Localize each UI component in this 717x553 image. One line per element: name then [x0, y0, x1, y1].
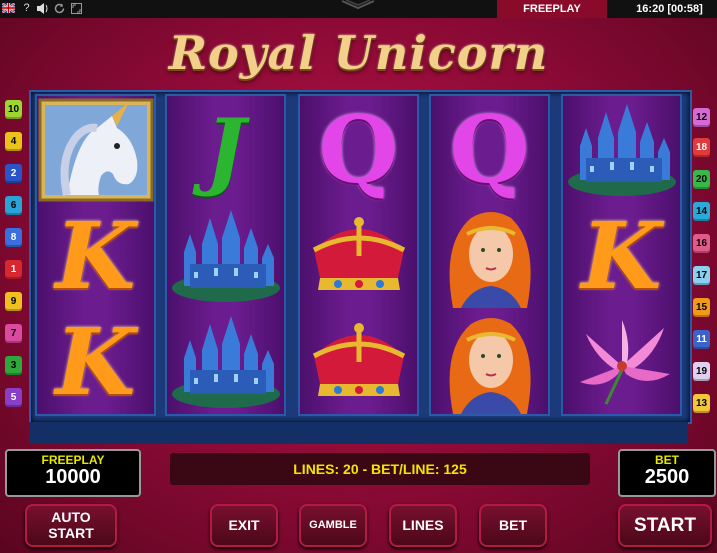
q-symbol: Q: [449, 95, 530, 204]
help-icon[interactable]: ?: [20, 2, 33, 15]
reel-2: J: [165, 94, 286, 416]
line-indicator[interactable]: 13: [693, 394, 710, 413]
line-indicator[interactable]: 2: [5, 164, 22, 183]
reel-bottom-strip: [29, 422, 688, 444]
top-status-bar: ? FREEPLAY 16:20 [00:58]: [0, 0, 717, 18]
bet-button[interactable]: BET: [479, 504, 547, 547]
reel-5: K: [561, 94, 682, 416]
crown-symbol: [298, 202, 419, 309]
sound-icon[interactable]: [36, 2, 49, 15]
gamble-button[interactable]: GAMBLE: [299, 504, 367, 547]
credit-label: FREEPLAY: [41, 453, 105, 467]
credit-value: 10000: [45, 466, 101, 488]
reel-4: Q: [429, 94, 550, 416]
flag-uk-icon[interactable]: [1, 2, 16, 15]
k-symbol: K: [55, 307, 136, 416]
line-indicator[interactable]: 6: [5, 196, 22, 215]
castle-symbol: [561, 96, 682, 203]
reel-3: Q: [298, 94, 419, 416]
game-title: Royal Unicorn: [168, 26, 549, 80]
clock: 16:20 [00:58]: [636, 3, 703, 15]
line-indicator[interactable]: 14: [693, 202, 710, 221]
line-indicator[interactable]: 12: [693, 108, 710, 127]
castle-symbol: [165, 308, 286, 415]
unicorn-symbol: [35, 96, 156, 203]
k-symbol: K: [55, 201, 136, 310]
line-indicator[interactable]: 15: [693, 298, 710, 317]
lady-symbol: [429, 202, 550, 309]
reel-1: K K: [35, 94, 156, 416]
j-symbol: J: [205, 99, 246, 199]
autostart-button[interactable]: AUTO START: [25, 504, 117, 547]
chevron-down-icon[interactable]: [336, 0, 380, 10]
line-indicator[interactable]: 5: [5, 388, 22, 407]
fullscreen-icon[interactable]: [70, 2, 83, 15]
line-indicator[interactable]: 20: [693, 170, 710, 189]
lines-bet-info: LINES: 20 - BET/LINE: 125: [170, 453, 590, 485]
line-indicator[interactable]: 9: [5, 292, 22, 311]
lily-symbol: [561, 308, 682, 415]
bet-label: BET: [655, 453, 679, 467]
q-symbol: Q: [318, 95, 399, 204]
mode-tab: FREEPLAY: [497, 0, 607, 18]
k-symbol: K: [581, 201, 662, 310]
castle-symbol: [165, 202, 286, 309]
refresh-icon[interactable]: [53, 2, 66, 15]
line-indicator[interactable]: 16: [693, 234, 710, 253]
line-indicator[interactable]: 19: [693, 362, 710, 381]
line-indicator[interactable]: 8: [5, 228, 22, 247]
exit-button[interactable]: EXIT: [210, 504, 278, 547]
line-indicator[interactable]: 18: [693, 138, 710, 157]
lines-button[interactable]: LINES: [389, 504, 457, 547]
bet-value: 2500: [644, 466, 690, 488]
start-button[interactable]: START: [618, 504, 712, 547]
line-indicator[interactable]: 4: [5, 132, 22, 151]
line-indicator[interactable]: 7: [5, 324, 22, 343]
crown-symbol: [298, 308, 419, 415]
line-indicator[interactable]: 1: [5, 260, 22, 279]
line-indicator[interactable]: 11: [693, 330, 710, 349]
line-indicator[interactable]: 3: [5, 356, 22, 375]
line-indicator[interactable]: 10: [5, 100, 22, 119]
lady-symbol: [429, 308, 550, 415]
bet-display: BET 2500: [618, 449, 716, 497]
credit-display: FREEPLAY 10000: [5, 449, 141, 497]
line-indicator[interactable]: 17: [693, 266, 710, 285]
